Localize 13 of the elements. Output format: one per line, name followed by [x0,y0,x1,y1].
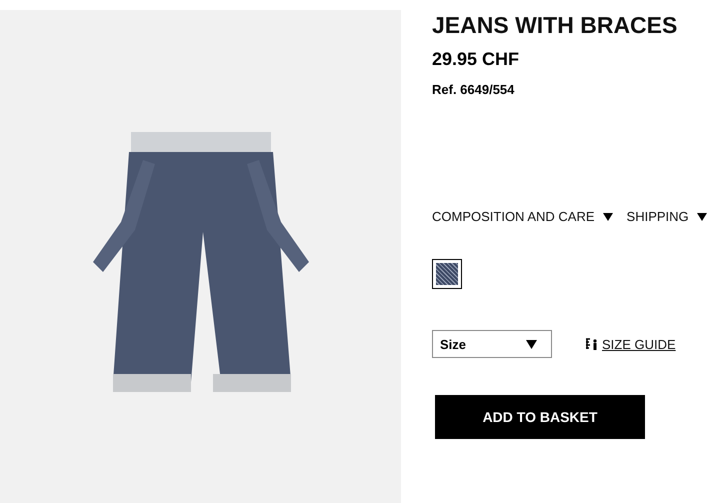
size-guide-link[interactable]: SIZE GUIDE [602,336,676,352]
color-swatch[interactable] [432,259,462,289]
caret-icon [526,340,537,348]
caret-icon [696,212,707,220]
caret-icon [602,212,613,220]
size-select[interactable]: Size [432,330,552,358]
info-link[interactable]: COMPOSITION AND CARE [432,209,613,224]
add-to-basket-button[interactable]: ADD TO BASKET [435,395,645,439]
product-reference: Ref. 6649/554 [432,82,516,97]
ruler-icon [586,338,598,350]
product-price: 29.95 CHF [432,49,520,70]
product-title: JEANS WITH BRACES [432,12,678,39]
info-link[interactable]: SHIPPING [626,209,707,224]
